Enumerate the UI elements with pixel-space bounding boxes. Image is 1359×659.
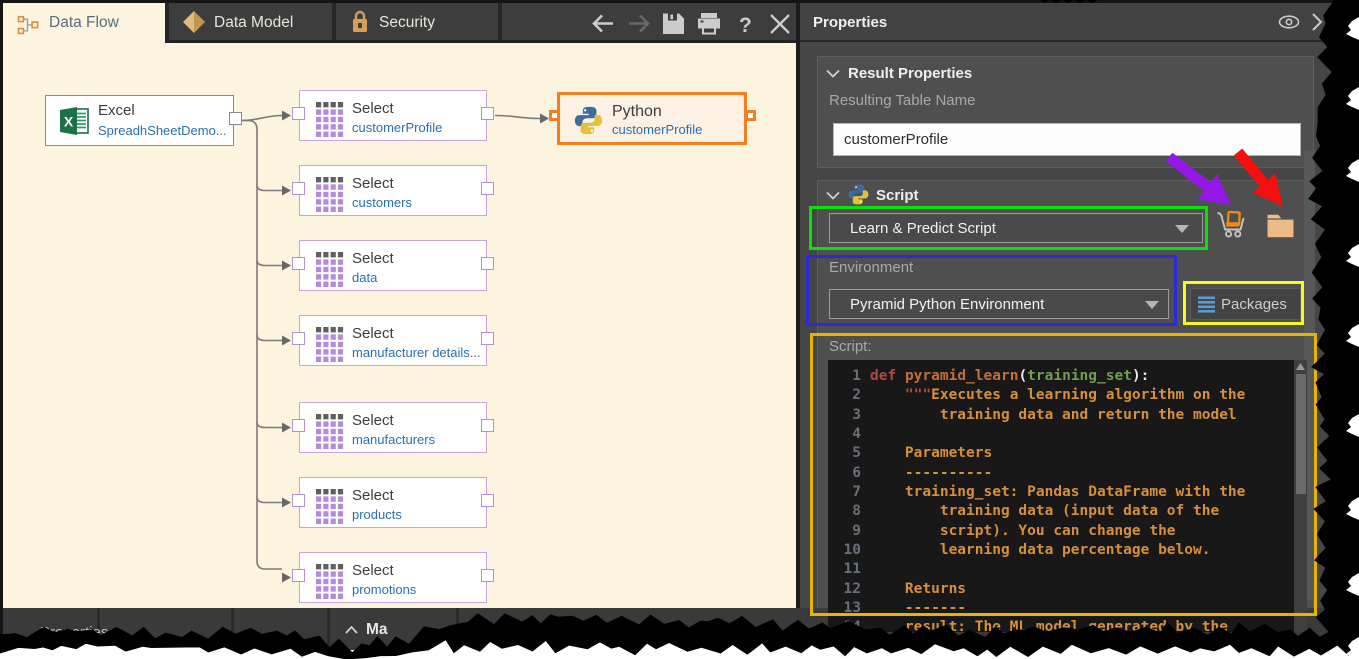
svg-text:X: X [64,114,74,130]
